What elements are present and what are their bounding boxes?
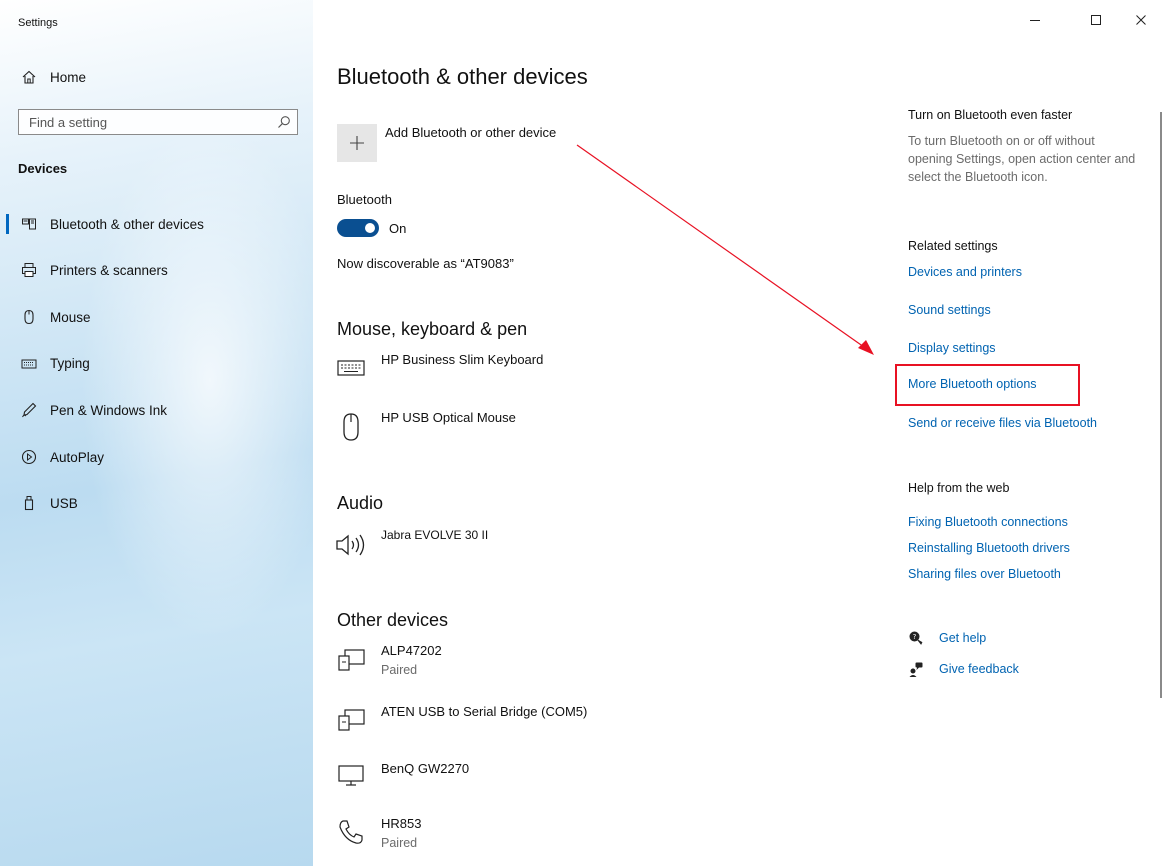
sidebar-item-pen[interactable]: Pen & Windows Ink (18, 402, 167, 418)
sidebar-item-bluetooth[interactable]: Bluetooth & other devices (18, 216, 204, 232)
sidebar-item-printers[interactable]: Printers & scanners (18, 262, 168, 278)
active-indicator (6, 214, 9, 234)
plus-icon (350, 136, 364, 150)
link-give-feedback[interactable]: Give feedback (939, 662, 1019, 676)
annotation-highlight-box (895, 364, 1080, 406)
search-box[interactable] (18, 109, 298, 135)
speaker-icon (333, 527, 369, 563)
sidebar-item-autoplay[interactable]: AutoPlay (18, 449, 104, 465)
search-icon[interactable] (271, 115, 297, 129)
maximize-button[interactable] (1078, 8, 1114, 32)
sidebar-item-label: Printers & scanners (50, 262, 168, 278)
device-status: Paired (381, 663, 418, 677)
maximize-icon (1091, 15, 1101, 25)
sidebar-item-usb[interactable]: USB (18, 495, 78, 511)
usb-icon (18, 495, 40, 511)
discoverable-text: Now discoverable as “AT9083” (337, 256, 514, 271)
svg-text:?: ? (913, 633, 917, 641)
monitor-icon (333, 757, 369, 793)
link-send-receive-files[interactable]: Send or receive files via Bluetooth (908, 416, 1097, 430)
device-name[interactable]: ATEN USB to Serial Bridge (COM5) (381, 704, 587, 719)
device-name[interactable]: BenQ GW2270 (381, 761, 469, 776)
faster-title: Turn on Bluetooth even faster (908, 108, 1073, 122)
keyboard-icon (18, 358, 40, 370)
link-get-help[interactable]: Get help (939, 631, 986, 645)
sidebar: Settings Home Devices Bluetooth & other … (0, 0, 313, 866)
bluetooth-label: Bluetooth (337, 192, 392, 207)
device-name[interactable]: HP Business Slim Keyboard (381, 352, 543, 367)
give-feedback-icon (908, 661, 924, 682)
link-reinstalling-drivers[interactable]: Reinstalling Bluetooth drivers (908, 541, 1070, 555)
section-label-devices: Devices (18, 161, 68, 176)
close-button[interactable] (1123, 8, 1159, 32)
sidebar-item-label: Typing (50, 356, 90, 371)
section-audio-title: Audio (337, 493, 384, 513)
section-mouse-keyboard-title: Mouse, keyboard & pen (337, 319, 528, 339)
app-title: Settings (18, 17, 58, 29)
sidebar-item-label: USB (50, 495, 78, 511)
close-icon (1136, 15, 1146, 25)
sidebar-item-typing[interactable]: Typing (18, 356, 90, 371)
sidebar-glow (80, 120, 313, 640)
toggle-knob (365, 223, 375, 233)
sidebar-item-label: Mouse (50, 309, 91, 325)
phone-icon (333, 814, 369, 850)
mouse-icon (333, 409, 369, 445)
get-help-icon: ? (908, 630, 924, 651)
printer-icon (18, 262, 40, 278)
sidebar-item-label: AutoPlay (50, 449, 105, 465)
search-input[interactable] (19, 113, 271, 131)
nav-home-label: Home (50, 69, 87, 85)
sidebar-item-label: Pen & Windows Ink (50, 402, 168, 418)
device-name[interactable]: ALP47202 (381, 643, 442, 658)
link-devices-and-printers[interactable]: Devices and printers (908, 265, 1022, 279)
generic-device-icon (333, 702, 369, 738)
sidebar-item-mouse[interactable]: Mouse (18, 309, 91, 325)
page-title: Bluetooth & other devices (337, 64, 588, 89)
mouse-icon (18, 309, 40, 325)
add-device-button[interactable] (337, 124, 377, 162)
device-name[interactable]: Jabra EVOLVE 30 II (381, 528, 488, 542)
device-name[interactable]: HR853 (381, 816, 421, 831)
faster-description: To turn Bluetooth on or off without open… (908, 134, 1136, 184)
add-device-label[interactable]: Add Bluetooth or other device (385, 125, 556, 140)
help-title: Help from the web (908, 481, 1010, 495)
link-sharing-files[interactable]: Sharing files over Bluetooth (908, 567, 1061, 581)
nav-home[interactable]: Home (18, 69, 86, 85)
autoplay-icon (18, 449, 40, 465)
device-status: Paired (381, 836, 418, 850)
related-title: Related settings (908, 239, 998, 253)
generic-device-icon (333, 642, 369, 678)
bluetooth-devices-icon (18, 216, 40, 232)
link-sound-settings[interactable]: Sound settings (908, 303, 991, 317)
link-fixing-bluetooth[interactable]: Fixing Bluetooth connections (908, 515, 1068, 529)
bluetooth-state: On (389, 221, 407, 236)
device-name[interactable]: HP USB Optical Mouse (381, 410, 516, 425)
sidebar-item-label: Bluetooth & other devices (50, 216, 204, 232)
minimize-button[interactable] (1017, 8, 1053, 32)
home-icon (18, 69, 40, 85)
link-display-settings[interactable]: Display settings (908, 341, 996, 355)
minimize-icon (1030, 20, 1040, 21)
pen-icon (18, 402, 40, 418)
bluetooth-toggle[interactable] (337, 219, 379, 237)
section-other-title: Other devices (337, 610, 449, 630)
keyboard-icon (333, 350, 369, 386)
